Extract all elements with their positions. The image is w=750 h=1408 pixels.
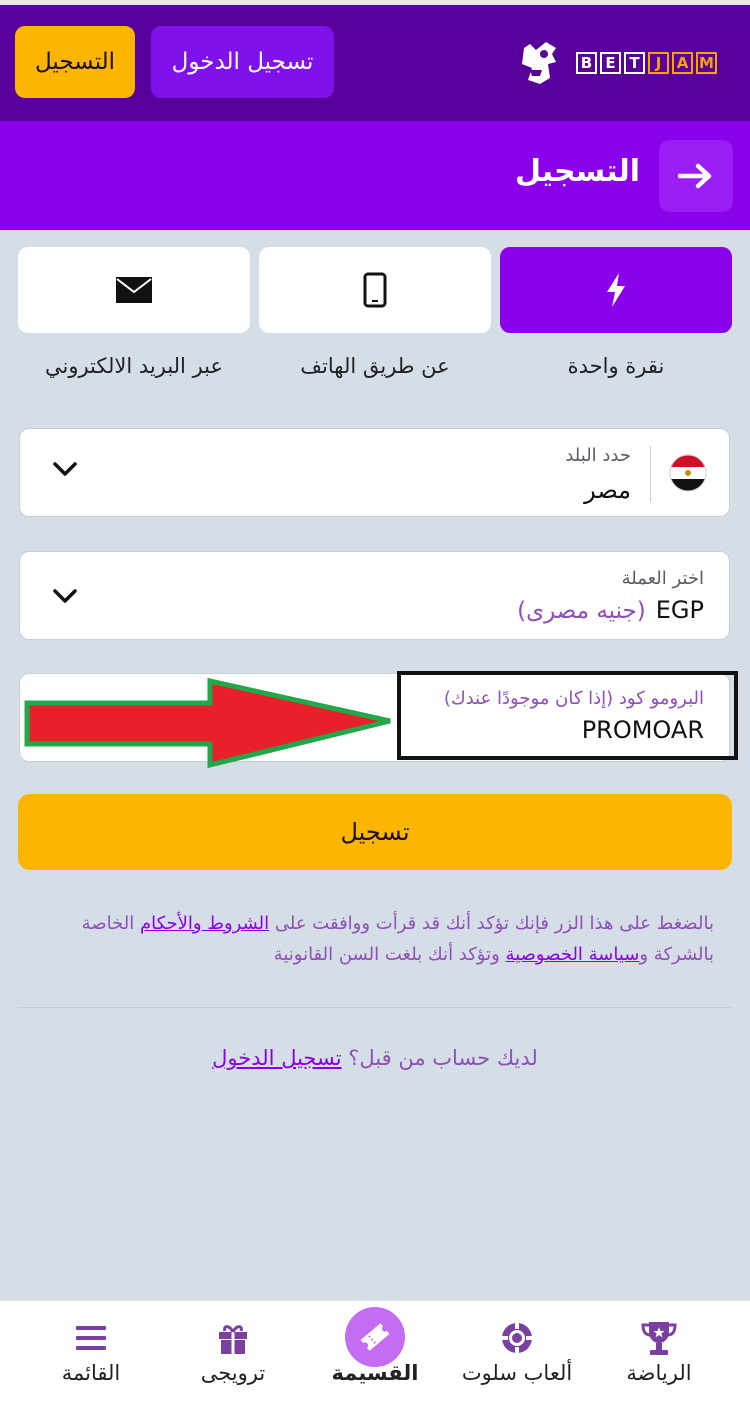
page-title: التسجيل: [515, 154, 640, 189]
phone-icon: [363, 272, 387, 308]
field-divider: [650, 446, 651, 502]
nav-slots[interactable]: ألعاب سلوت: [442, 1301, 592, 1408]
login-link[interactable]: تسجيل الدخول: [212, 1046, 341, 1070]
back-button[interactable]: [659, 140, 733, 212]
currency-code: EGP: [655, 596, 704, 624]
betslip-circle-button[interactable]: [345, 1307, 405, 1367]
egypt-flag-icon: [669, 454, 707, 492]
divider: [18, 1007, 732, 1008]
have-account-question: لديك حساب من قبل؟: [348, 1046, 538, 1070]
nav-menu[interactable]: القائمة: [16, 1301, 166, 1408]
logo-letter: E: [600, 52, 621, 74]
logo-letter: M: [696, 52, 717, 74]
submit-register-button[interactable]: تسجيل: [18, 794, 732, 870]
trophy-icon: [641, 1322, 677, 1355]
promo-highlight-box: [397, 671, 738, 760]
arrow-right-icon: [678, 163, 712, 189]
country-value: مصر: [584, 476, 631, 504]
gift-icon: [219, 1325, 247, 1354]
logo-letter: T: [624, 52, 645, 74]
logo-letter: A: [672, 52, 693, 74]
currency-value: (جنيه مصرى) EGP: [517, 596, 704, 624]
currency-select[interactable]: اختر العملة (جنيه مصرى) EGP: [19, 551, 730, 640]
lightning-icon: [607, 273, 625, 307]
envelope-icon: [116, 277, 152, 303]
nav-promotions-label: ترويجى: [200, 1361, 266, 1385]
nav-sports[interactable]: الرياضة: [584, 1301, 734, 1408]
terms-part: بالضغط على هذا الزر فإنك تؤكد أنك قد قرأ…: [274, 913, 714, 934]
tab-one-click-label: نقرة واحدة: [567, 354, 665, 378]
chevron-down-icon: [53, 589, 77, 603]
ticket-icon: [360, 1323, 390, 1351]
mascot-icon: [522, 42, 556, 84]
menu-icon: [76, 1326, 106, 1350]
tab-phone-label: عن طريق الهاتف: [300, 354, 450, 378]
annotation-arrow-icon: [24, 677, 391, 769]
currency-label: اختر العملة: [621, 568, 704, 589]
terms-text: بالضغط على هذا الزر فإنك تؤكد أنك قد قرأ…: [30, 908, 714, 970]
tab-email-label: عبر البريد الالكتروني: [44, 354, 224, 378]
tab-email[interactable]: [18, 247, 250, 333]
nav-promotions[interactable]: ترويجى: [158, 1301, 308, 1408]
page-header: التسجيل: [0, 121, 750, 230]
top-bar: التسجيل تسجيل الدخول B E T J A M: [0, 0, 750, 121]
privacy-policy-link[interactable]: سياسة الخصوصية: [506, 944, 640, 965]
nav-sports-label: الرياضة: [626, 1361, 692, 1385]
logo-letter: B: [576, 52, 597, 74]
country-label: حدد البلد: [565, 445, 631, 466]
nav-slots-label: ألعاب سلوت: [461, 1361, 573, 1385]
chevron-down-icon: [53, 462, 77, 476]
logo-letter: J: [648, 52, 669, 74]
currency-name: (جنيه مصرى): [517, 598, 646, 624]
login-button[interactable]: تسجيل الدخول: [151, 26, 334, 98]
country-select[interactable]: حدد البلد مصر: [19, 428, 730, 517]
casino-chip-icon: [502, 1323, 532, 1353]
tab-phone[interactable]: [259, 247, 491, 333]
register-button[interactable]: التسجيل: [15, 26, 135, 98]
tab-one-click[interactable]: [500, 247, 732, 333]
have-account-text: لديك حساب من قبل؟ تسجيل الدخول: [0, 1046, 750, 1070]
terms-link[interactable]: الشروط والأحكام: [140, 913, 269, 934]
logo-wordmark: B E T J A M: [576, 52, 717, 74]
terms-part: وتؤكد أنك بلغت السن القانونية: [273, 944, 500, 965]
nav-menu-label: القائمة: [61, 1361, 121, 1385]
betjam-logo[interactable]: B E T J A M: [516, 38, 717, 88]
